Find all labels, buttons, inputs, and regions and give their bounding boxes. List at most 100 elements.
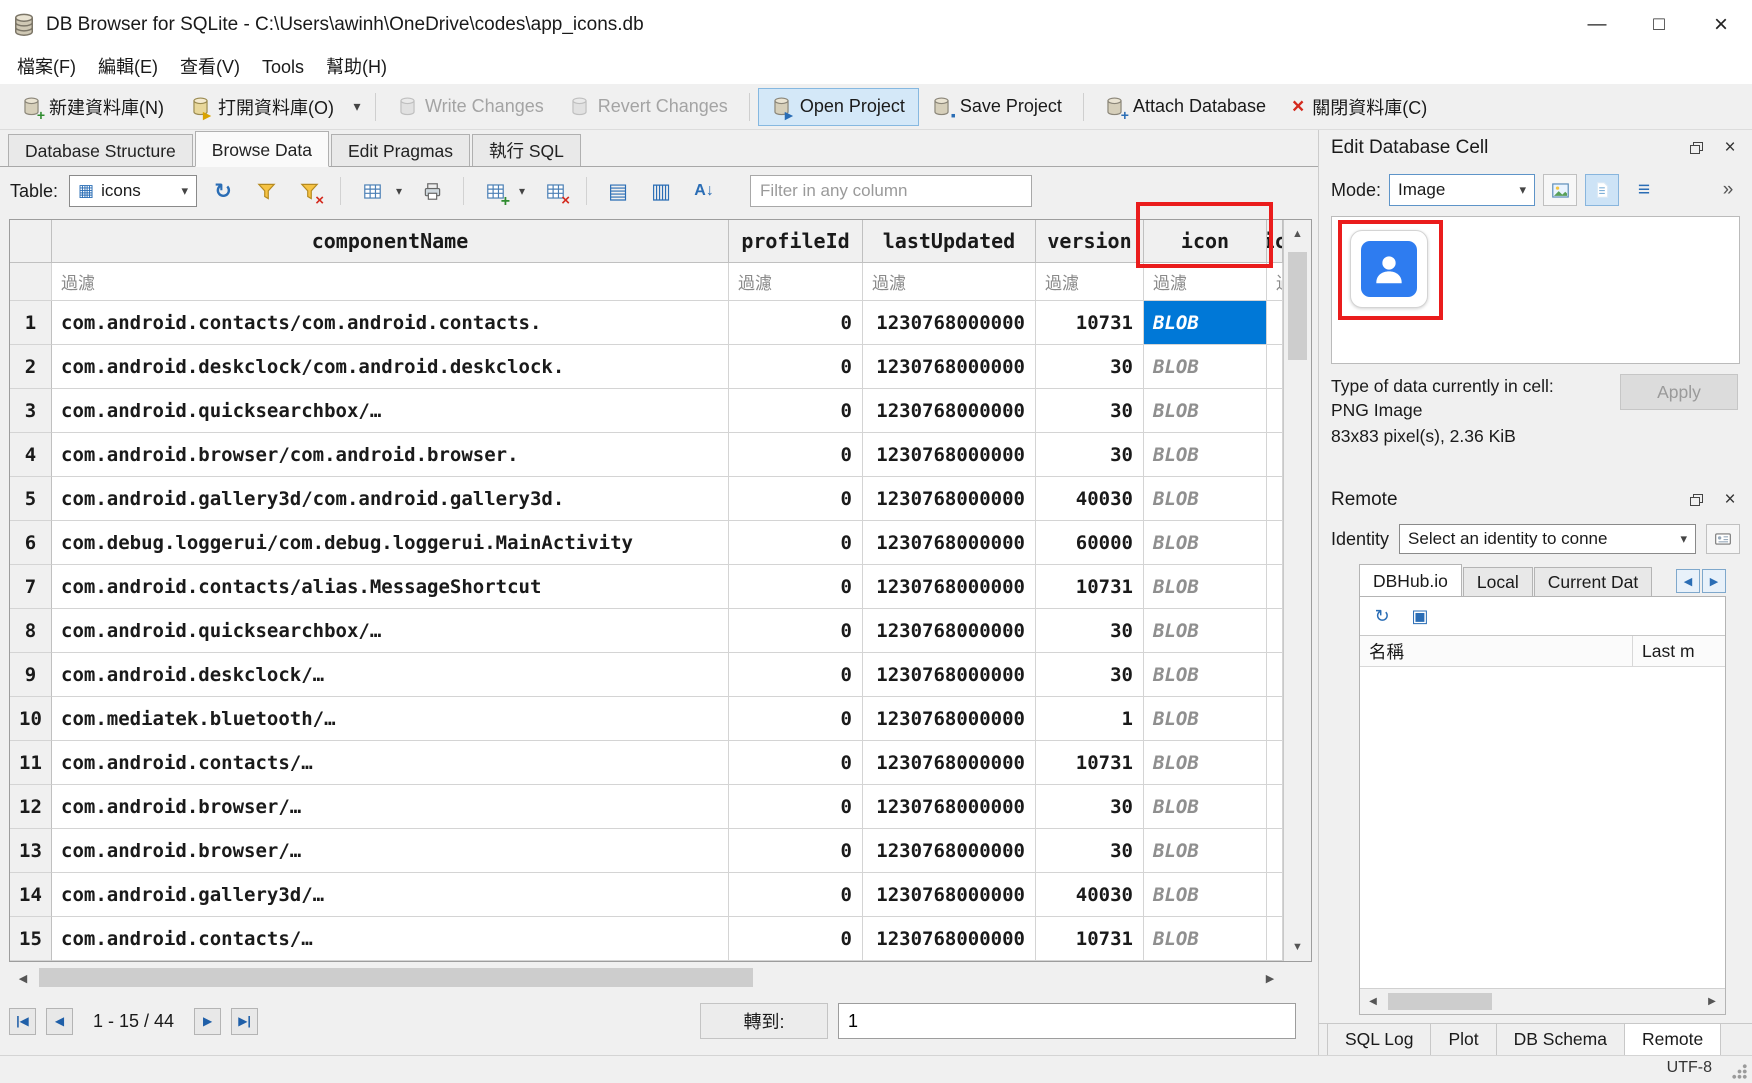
open-database-button[interactable]: ► 打開資料庫(O) [177, 88, 347, 126]
cell-partial[interactable] [1267, 609, 1283, 653]
cell-icon-blob[interactable]: BLOB [1144, 389, 1267, 433]
main-tab[interactable]: 執行 SQL [472, 134, 581, 166]
cell-icon-blob[interactable]: BLOB [1144, 609, 1267, 653]
cell-partial[interactable] [1267, 433, 1283, 477]
cell-lastupdated[interactable]: 1230768000000 [863, 301, 1036, 345]
dock-tab[interactable]: SQL Log [1327, 1024, 1431, 1055]
cell-lastupdated[interactable]: 1230768000000 [863, 565, 1036, 609]
cell-version[interactable]: 60000 [1036, 521, 1144, 565]
vertical-scroll-thumb[interactable] [1288, 252, 1307, 360]
cell-icon-blob[interactable]: BLOB [1144, 433, 1267, 477]
row-number-cell[interactable]: 7 [10, 565, 52, 609]
cell-lastupdated[interactable]: 1230768000000 [863, 653, 1036, 697]
cell-icon-blob[interactable]: BLOB [1144, 697, 1267, 741]
minimize-button[interactable]: — [1566, 0, 1628, 50]
identity-select[interactable]: Select an identity to conne ▾ [1399, 524, 1696, 554]
mode-select[interactable]: Image ▾ [1389, 174, 1535, 206]
filter-input-icon[interactable]: 過濾 [1144, 263, 1267, 301]
float-panel-button[interactable] [1686, 490, 1706, 510]
cell-version[interactable]: 30 [1036, 433, 1144, 477]
cell-componentname[interactable]: com.android.contacts/… [52, 741, 729, 785]
row-number-cell[interactable]: 13 [10, 829, 52, 873]
import-data-button[interactable] [1543, 174, 1577, 206]
cell-componentname[interactable]: com.debug.loggerui/com.debug.loggerui.Ma… [52, 521, 729, 565]
rowid-toggle-button[interactable]: ▥ [644, 174, 678, 208]
filter-funnel-button[interactable] [249, 174, 283, 208]
main-tab[interactable]: Edit Pragmas [331, 134, 470, 166]
cell-icon-blob[interactable]: BLOB [1144, 653, 1267, 697]
cell-version[interactable]: 10731 [1036, 741, 1144, 785]
cell-profileid[interactable]: 0 [729, 653, 863, 697]
cell-partial[interactable] [1267, 653, 1283, 697]
column-header-lastupdated[interactable]: lastUpdated [863, 220, 1036, 263]
insert-record-dropdown[interactable]: ▾ [515, 174, 529, 208]
close-panel-button[interactable]: × [1720, 138, 1740, 158]
cell-icon-blob[interactable]: BLOB [1144, 565, 1267, 609]
table-select[interactable]: ▦ icons ▾ [69, 175, 197, 207]
remote-horizontal-scrollbar[interactable]: ◀ ▶ [1360, 988, 1725, 1014]
tab-scroll-left-button[interactable]: ◀ [1676, 569, 1700, 593]
horizontal-scroll-thumb[interactable] [39, 968, 753, 987]
cell-componentname[interactable]: com.android.browser/… [52, 829, 729, 873]
open-database-dropdown[interactable]: ▾ [347, 88, 367, 126]
cell-lastupdated[interactable]: 1230768000000 [863, 873, 1036, 917]
save-table-button[interactable] [355, 174, 389, 208]
cell-icon-blob[interactable]: BLOB [1144, 785, 1267, 829]
dock-tab[interactable]: Remote [1625, 1024, 1721, 1055]
cell-lastupdated[interactable]: 1230768000000 [863, 477, 1036, 521]
row-number-cell[interactable]: 11 [10, 741, 52, 785]
cell-componentname[interactable]: com.android.quicksearchbox/… [52, 609, 729, 653]
refresh-button[interactable]: ↻ [206, 174, 240, 208]
row-number-cell[interactable]: 14 [10, 873, 52, 917]
cell-version[interactable]: 10731 [1036, 301, 1144, 345]
cell-version[interactable]: 40030 [1036, 477, 1144, 521]
cell-icon-blob[interactable]: BLOB [1144, 521, 1267, 565]
revert-changes-button[interactable]: Revert Changes [557, 88, 741, 126]
first-record-button[interactable]: |◀ [9, 1008, 36, 1035]
cell-componentname[interactable]: com.android.contacts/alias.MessageShortc… [52, 565, 729, 609]
main-tab[interactable]: Browse Data [195, 131, 329, 167]
row-number-cell[interactable]: 4 [10, 433, 52, 477]
horizontal-scroll-thumb[interactable] [1388, 993, 1492, 1010]
cell-partial[interactable] [1267, 829, 1283, 873]
cell-componentname[interactable]: com.android.gallery3d/… [52, 873, 729, 917]
cell-icon-blob[interactable]: BLOB [1144, 917, 1267, 961]
scroll-right-button[interactable]: ▶ [1699, 989, 1725, 1014]
cell-partial[interactable] [1267, 741, 1283, 785]
filter-input-partial[interactable]: 過濾 [1267, 263, 1283, 301]
sort-az-button[interactable]: A↓ [687, 174, 721, 208]
cell-lastupdated[interactable]: 1230768000000 [863, 433, 1036, 477]
main-tab[interactable]: Database Structure [8, 134, 193, 166]
horizontal-scrollbar[interactable]: ◀ ▶ [9, 964, 1284, 992]
cell-partial[interactable] [1267, 521, 1283, 565]
new-database-button[interactable]: + 新建資料庫(N) [8, 88, 177, 126]
cell-lastupdated[interactable]: 1230768000000 [863, 389, 1036, 433]
cell-version[interactable]: 30 [1036, 785, 1144, 829]
cell-version[interactable]: 30 [1036, 345, 1144, 389]
more-options-button[interactable]: » [1716, 172, 1740, 208]
identity-file-button[interactable] [1706, 524, 1740, 554]
row-number-cell[interactable]: 12 [10, 785, 52, 829]
cell-profileid[interactable]: 0 [729, 785, 863, 829]
remote-column-last-modified[interactable]: Last m [1633, 636, 1725, 666]
cell-lastupdated[interactable]: 1230768000000 [863, 917, 1036, 961]
cell-profileid[interactable]: 0 [729, 917, 863, 961]
align-button[interactable]: ≡ [1627, 174, 1661, 206]
menu-item[interactable]: 編輯(E) [87, 50, 169, 84]
cell-version[interactable]: 1 [1036, 697, 1144, 741]
cell-componentname[interactable]: com.android.quicksearchbox/… [52, 389, 729, 433]
cell-partial[interactable] [1267, 917, 1283, 961]
cell-profileid[interactable]: 0 [729, 389, 863, 433]
insert-record-button[interactable]: + [478, 174, 512, 208]
row-number-cell[interactable]: 6 [10, 521, 52, 565]
write-changes-button[interactable]: Write Changes [384, 88, 557, 126]
cell-version[interactable]: 10731 [1036, 565, 1144, 609]
close-panel-button[interactable]: × [1720, 490, 1740, 510]
close-button[interactable]: × [1690, 0, 1752, 50]
filter-input-version[interactable]: 過濾 [1036, 263, 1144, 301]
column-header-icon[interactable]: icon [1144, 220, 1267, 263]
filter-input-componentname[interactable]: 過濾 [52, 263, 729, 301]
delete-record-button[interactable]: × [538, 174, 572, 208]
save-table-dropdown[interactable]: ▾ [392, 174, 406, 208]
cell-componentname[interactable]: com.mediatek.bluetooth/… [52, 697, 729, 741]
